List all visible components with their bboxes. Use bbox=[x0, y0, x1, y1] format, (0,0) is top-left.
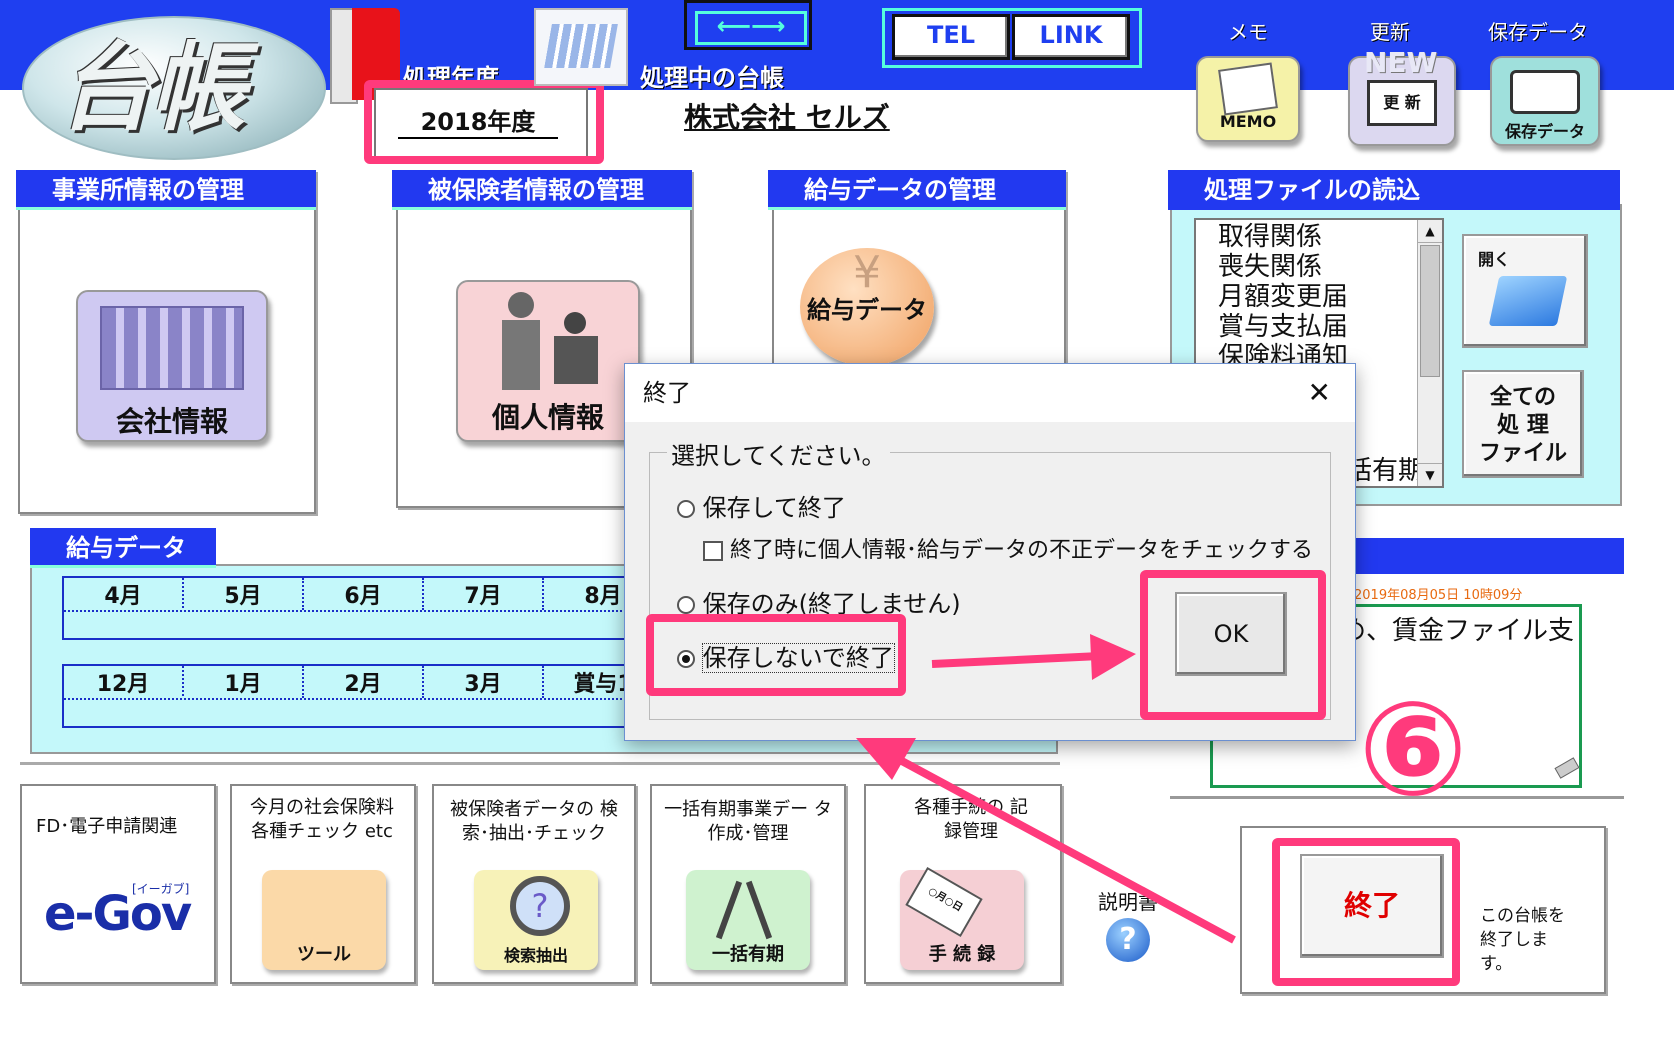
arrow-from-exit bbox=[856, 738, 1236, 944]
step-number: ⑥ bbox=[1358, 673, 1469, 825]
arrow-to-ok bbox=[931, 634, 1136, 680]
annotation-arrows bbox=[856, 634, 1236, 944]
